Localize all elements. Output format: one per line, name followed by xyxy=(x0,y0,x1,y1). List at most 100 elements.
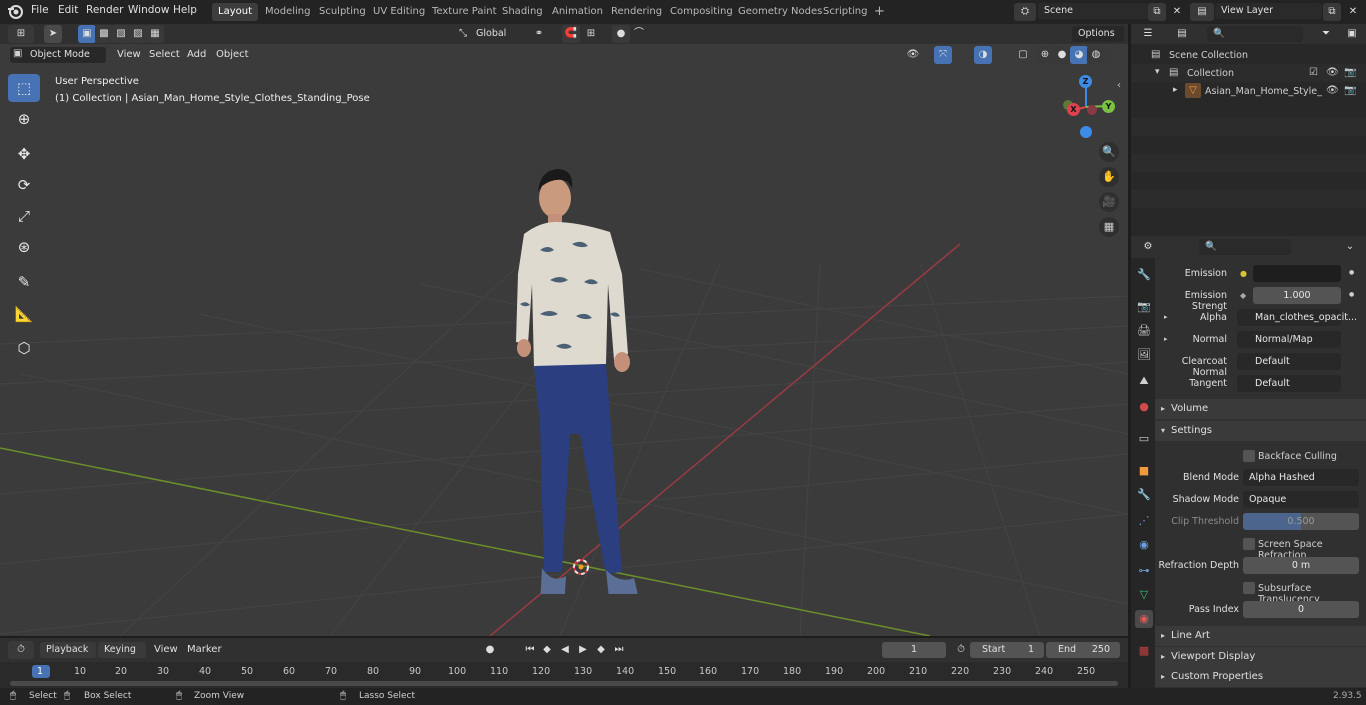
current-frame-field[interactable]: 1 xyxy=(882,642,946,658)
delete-view-layer-icon[interactable]: ✕ xyxy=(1344,3,1362,21)
view-layer-field[interactable]: View Layer xyxy=(1215,3,1322,19)
data-props-icon[interactable]: ▽ xyxy=(1135,586,1153,604)
keying-dropdown[interactable]: Keying xyxy=(98,642,146,658)
snap-target-icon[interactable]: ⊞ xyxy=(582,25,600,43)
tab-geometry-nodes[interactable]: Geometry Nodes xyxy=(732,3,828,21)
tool-measure[interactable]: 📐 xyxy=(8,300,40,328)
outliner-row[interactable]: ▾ ▤ Collection ☑ 👁 📷 xyxy=(1131,64,1366,82)
mode-extend-icon[interactable]: ▩ xyxy=(95,25,113,43)
physics-props-icon[interactable]: ◉ xyxy=(1135,536,1153,554)
blender-logo-icon[interactable] xyxy=(6,3,24,21)
blend-mode-dropdown[interactable]: Alpha Hashed xyxy=(1243,469,1359,486)
delete-scene-icon[interactable]: ✕ xyxy=(1168,3,1186,21)
mode-intersect-icon[interactable]: ▦ xyxy=(146,25,164,43)
wireframe-shading-icon[interactable]: ⊕ xyxy=(1036,46,1054,64)
3d-viewport[interactable]: User Perspective (1) Collection | Asian_… xyxy=(0,44,1128,636)
settings-panel-header[interactable]: ▾ Settings xyxy=(1155,421,1366,441)
zoom-icon[interactable]: 🔍 xyxy=(1099,142,1119,162)
pass-index-field[interactable]: 0 xyxy=(1243,601,1359,618)
gizmo-y-axis[interactable]: Y xyxy=(1102,100,1115,113)
ssr-checkbox[interactable] xyxy=(1243,538,1255,550)
gizmo-x-axis[interactable]: X xyxy=(1067,103,1080,116)
pivot-icon[interactable]: ⚭ xyxy=(530,25,548,43)
play-reverse-icon[interactable]: ◀ xyxy=(556,641,574,659)
tab-sculpting[interactable]: Sculpting xyxy=(313,3,372,21)
eye-icon[interactable]: 👁 xyxy=(1326,85,1339,96)
scene-icon[interactable]: ⛭ xyxy=(1014,3,1036,21)
menu-help[interactable]: Help xyxy=(173,4,197,16)
gizmo-toggle-icon[interactable]: ⤧ xyxy=(934,46,952,64)
render-props-icon[interactable]: 📷 xyxy=(1135,298,1153,316)
view-layer-icon[interactable]: ▤ xyxy=(1190,3,1214,21)
tool-select-box[interactable]: ⬚ xyxy=(8,74,40,102)
tab-texture-paint[interactable]: Texture Paint xyxy=(426,3,503,21)
expand-arrow-icon[interactable]: ▸ xyxy=(1173,85,1178,95)
new-scene-icon[interactable]: ⧉ xyxy=(1148,3,1166,21)
prev-keyframe-icon[interactable]: ◆ xyxy=(538,641,556,659)
viewport-display-panel-header[interactable]: ▸ Viewport Display xyxy=(1155,647,1366,667)
menu-view[interactable]: View xyxy=(113,47,145,63)
tab-shading[interactable]: Shading xyxy=(496,3,549,21)
clip-threshold-slider[interactable]: 0.500 xyxy=(1243,513,1359,530)
emission-strength-field[interactable]: 1.000 xyxy=(1253,287,1341,304)
volume-panel-header[interactable]: ▸ Volume xyxy=(1155,399,1366,419)
perspective-grid-icon[interactable]: ▦ xyxy=(1099,217,1119,237)
menu-object[interactable]: Object xyxy=(212,47,253,63)
xray-icon[interactable]: ▢ xyxy=(1014,46,1032,64)
collection-props-icon[interactable]: ▭ xyxy=(1135,430,1153,448)
custom-properties-panel-header[interactable]: ▸ Custom Properties xyxy=(1155,667,1366,687)
material-shading-icon[interactable]: ◕ xyxy=(1070,46,1088,64)
world-props-icon[interactable]: ● xyxy=(1135,398,1153,416)
tool-cursor[interactable]: ⊕ xyxy=(8,105,40,133)
properties-search-input[interactable]: 🔍 xyxy=(1199,239,1291,255)
timeline[interactable]: ⏱ Playback Keying View Marker ● ⏮ ◆ ◀ ▶ … xyxy=(0,638,1128,688)
checkbox-icon[interactable]: ☑ xyxy=(1309,67,1318,78)
new-view-layer-icon[interactable]: ⧉ xyxy=(1323,3,1341,21)
tool-rotate[interactable]: ⟳ xyxy=(8,171,40,199)
new-collection-icon[interactable]: ▣ xyxy=(1343,25,1361,43)
outliner-editor-icon[interactable]: ☰ xyxy=(1135,25,1161,43)
jump-start-icon[interactable]: ⏮ xyxy=(521,641,539,659)
character-model[interactable] xyxy=(510,164,650,612)
timeline-scrollbar[interactable] xyxy=(10,681,1118,686)
modifier-props-icon[interactable]: 🔧 xyxy=(1135,486,1153,504)
tab-compositing[interactable]: Compositing xyxy=(664,3,739,21)
tool-annotate[interactable]: ✎ xyxy=(8,268,40,296)
refraction-depth-field[interactable]: 0 m xyxy=(1243,557,1359,574)
mode-dropdown[interactable]: Object Mode xyxy=(10,47,106,63)
tab-animation[interactable]: Animation xyxy=(546,3,609,21)
add-workspace-button[interactable]: + xyxy=(868,3,891,21)
sidebar-toggle-icon[interactable]: ‹ xyxy=(1117,80,1121,91)
tab-scripting[interactable]: Scripting xyxy=(817,3,873,21)
output-props-icon[interactable]: 🖨 xyxy=(1135,322,1153,340)
orientation-dropdown[interactable]: Global xyxy=(470,26,524,42)
mode-subtract-icon[interactable]: ▧ xyxy=(112,25,130,43)
object-props-icon[interactable]: ■ xyxy=(1135,462,1153,480)
material-props-icon[interactable]: ◉ xyxy=(1135,610,1153,628)
record-icon[interactable]: ● xyxy=(481,641,499,659)
clearcoat-normal-field[interactable]: Default xyxy=(1237,353,1341,370)
rendered-shading-icon[interactable]: ◍ xyxy=(1087,46,1105,64)
tab-modeling[interactable]: Modeling xyxy=(259,3,317,21)
scene-props-icon[interactable]: ⛰ xyxy=(1135,372,1153,390)
line-art-panel-header[interactable]: ▸ Line Art xyxy=(1155,626,1366,646)
outliner-row[interactable]: ▸ ▽ Asian_Man_Home_Style_ 👁 📷 xyxy=(1131,82,1366,100)
tool-transform[interactable]: ⊛ xyxy=(8,233,40,261)
editor-type-icon[interactable]: ⊞ xyxy=(8,25,34,43)
playback-dropdown[interactable]: Playback xyxy=(40,642,96,658)
display-mode-icon[interactable]: ▤ xyxy=(1169,25,1195,43)
menu-render[interactable]: Render xyxy=(86,4,123,16)
menu-add[interactable]: Add xyxy=(183,47,210,63)
scene-field[interactable]: Scene xyxy=(1038,3,1148,19)
keyframe-dot-icon[interactable]: ● xyxy=(1349,269,1354,276)
tool-scale[interactable]: ⤢ xyxy=(8,202,40,230)
snap-icon[interactable]: 🧲 xyxy=(562,25,580,43)
subsurface-checkbox[interactable] xyxy=(1243,582,1255,594)
menu-edit[interactable]: Edit xyxy=(58,4,78,16)
play-icon[interactable]: ▶ xyxy=(574,641,592,659)
outliner-search-input[interactable]: 🔍 xyxy=(1207,26,1303,42)
proportional-edit-icon[interactable]: ● xyxy=(612,25,630,43)
shadow-mode-dropdown[interactable]: Opaque xyxy=(1243,491,1359,508)
tool-add-cube[interactable]: ⬡ xyxy=(8,334,40,362)
camera-render-icon[interactable]: 📷 xyxy=(1344,85,1356,96)
